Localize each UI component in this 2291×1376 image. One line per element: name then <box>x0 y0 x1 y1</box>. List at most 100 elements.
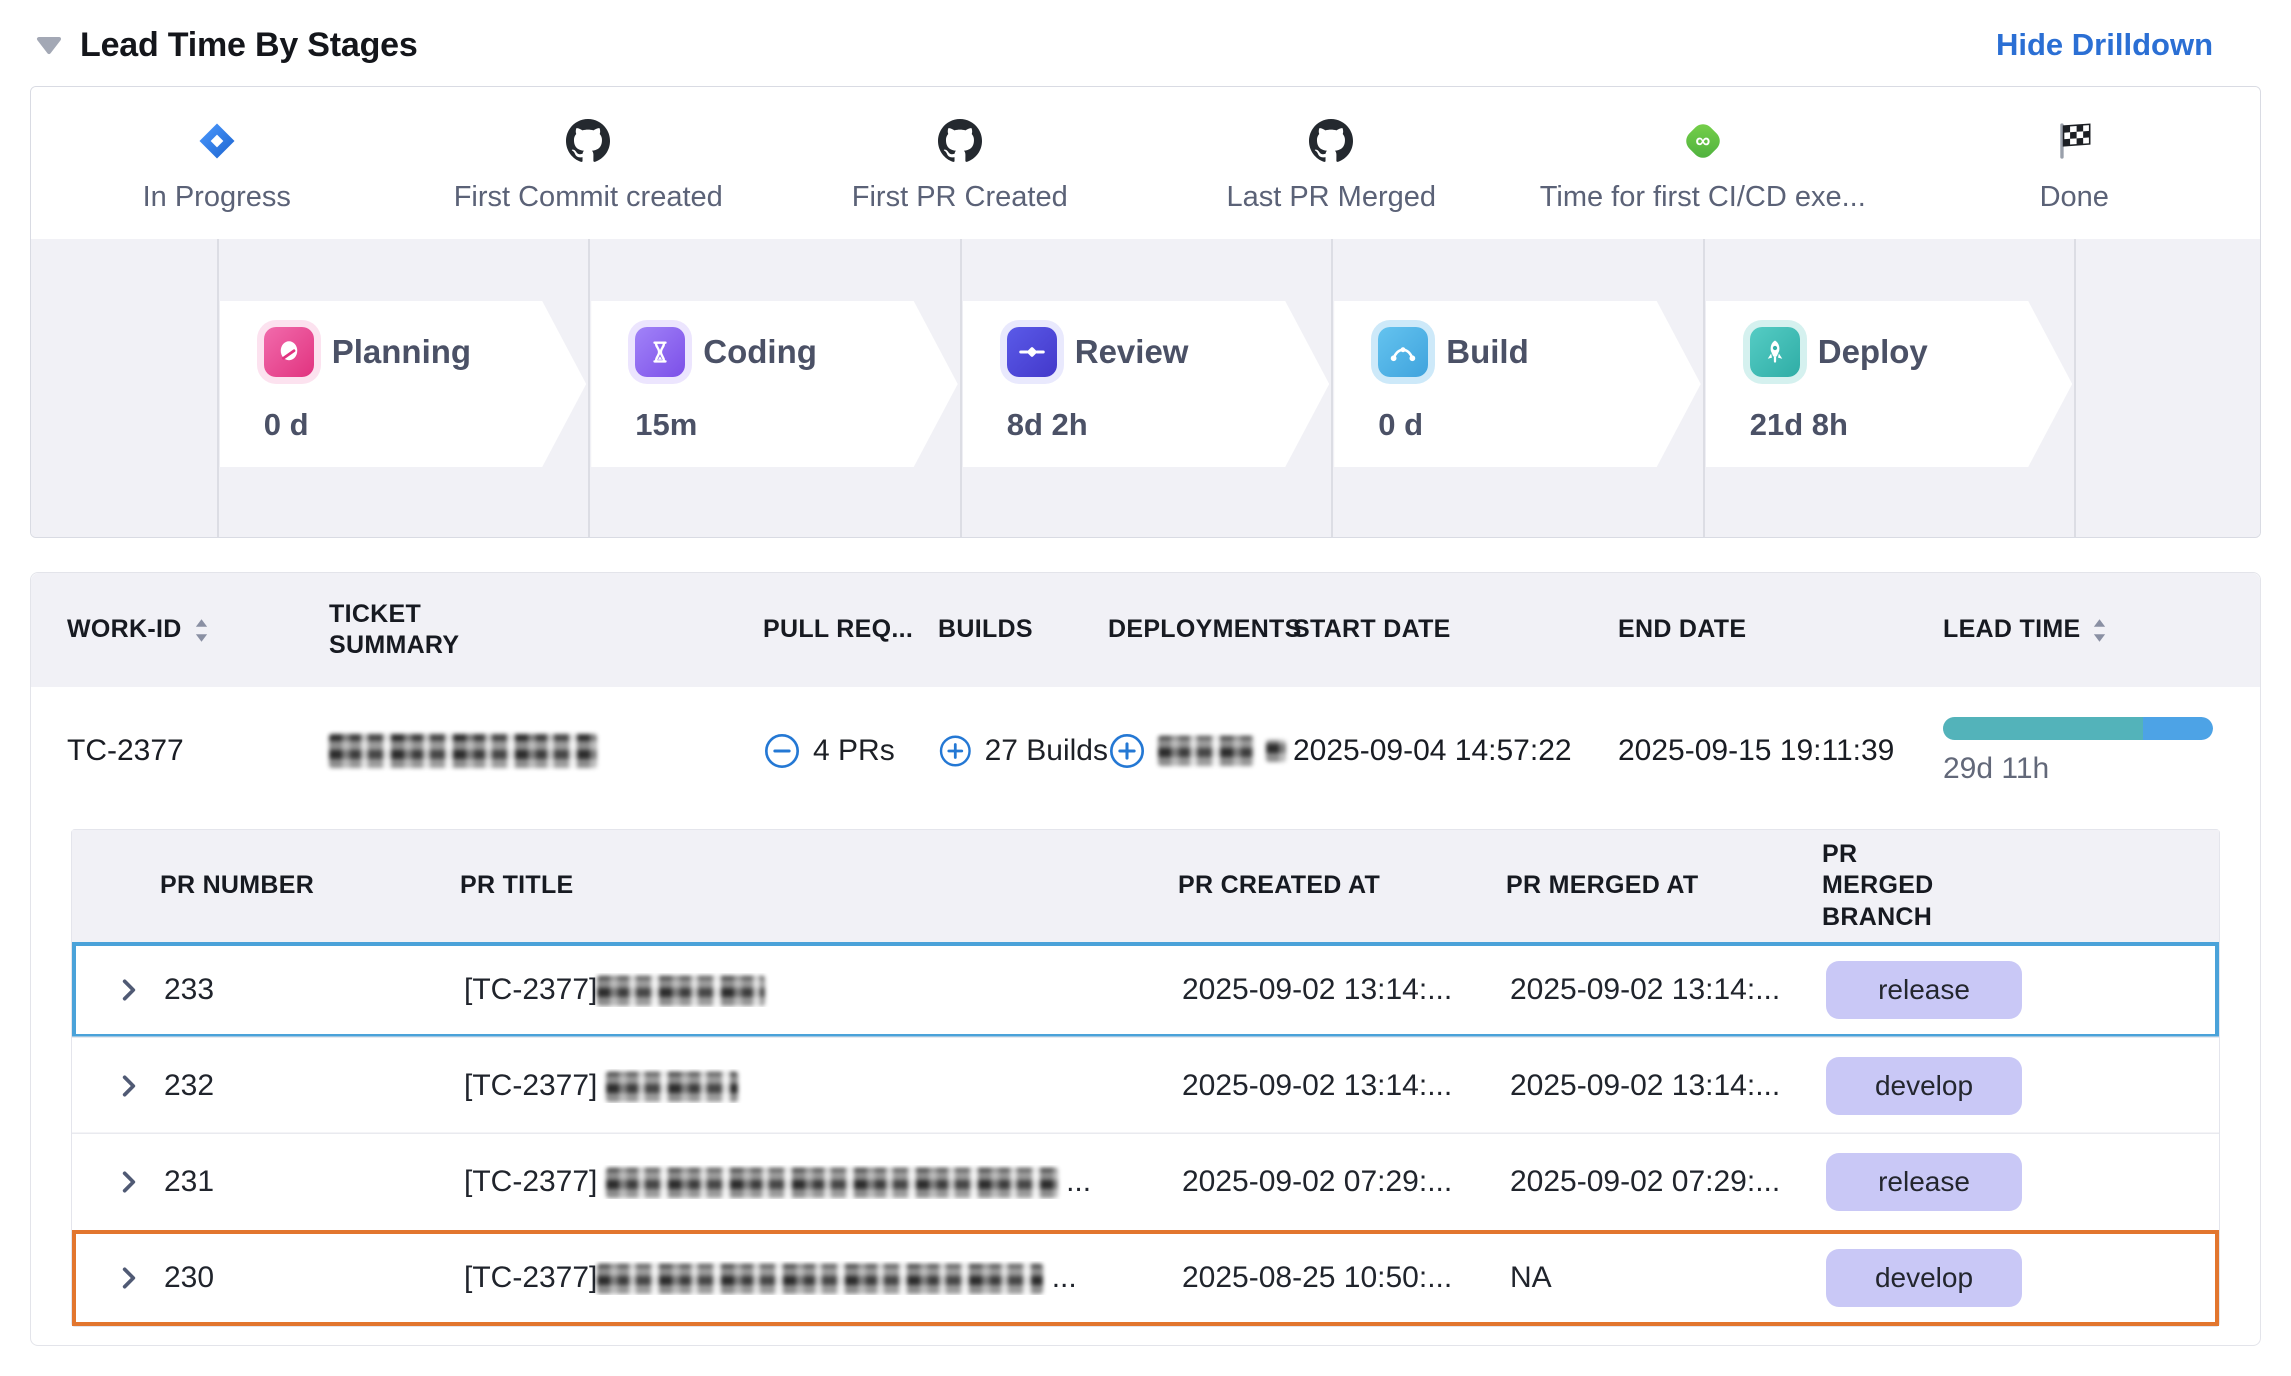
work-items-table: WORK-ID TICKET SUMMARY PULL REQ... BUILD… <box>30 572 2261 1346</box>
builds-cell[interactable]: 27 Builds <box>938 732 1108 770</box>
github-icon <box>566 113 610 169</box>
pr-title: [TC-2377] ... <box>464 1261 1182 1295</box>
col-pr-created-at: PR CREATED AT <box>1178 870 1506 901</box>
redacted-text <box>329 734 597 768</box>
stage-name: Planning <box>332 333 471 371</box>
finish-flag-icon <box>2057 113 2091 169</box>
stage-divider <box>217 239 219 537</box>
pr-title: [TC-2377] ... <box>464 1165 1182 1199</box>
pr-created-at: 2025-09-02 13:14:... <box>1182 973 1510 1007</box>
col-work-id: WORK-ID <box>67 614 329 645</box>
stage-name: Deploy <box>1818 333 1928 371</box>
redacted-text <box>606 1072 738 1102</box>
collapse-caret-icon[interactable] <box>36 36 62 55</box>
milestone-label: Time for first CI/CD exe... <box>1540 181 1866 214</box>
milestone-last-pr-merged: Last PR Merged <box>1146 87 1518 239</box>
lead-time-stages-panel: In Progress First Commit created First P… <box>30 86 2261 538</box>
page-title: Lead Time By Stages <box>80 26 418 65</box>
expand-chevron-icon[interactable] <box>116 1073 164 1099</box>
milestone-first-pr: First PR Created <box>774 87 1146 239</box>
stage-duration: 15m <box>635 407 957 443</box>
lead-time-value: 29d 11h <box>1943 752 2220 786</box>
milestone-label: First Commit created <box>454 181 723 214</box>
pr-title: [TC-2377] <box>464 1069 1182 1103</box>
pr-number: 232 <box>164 1069 464 1103</box>
branch-badge: release <box>1826 1153 2022 1211</box>
hide-drilldown-link[interactable]: Hide Drilldown <box>1996 27 2261 63</box>
sort-lead-time-button[interactable] <box>2092 618 2107 643</box>
work-id-value: TC-2377 <box>67 734 329 768</box>
work-table-header: WORK-ID TICKET SUMMARY PULL REQ... BUILD… <box>31 573 2260 687</box>
col-pr-merged-branch: PR MERGED BRANCH <box>1822 839 1972 933</box>
bezier-curve-icon <box>1378 327 1428 377</box>
branch-badge: develop <box>1826 1249 2022 1307</box>
work-item-row[interactable]: TC-2377 4 PRs 27 Builds <box>31 687 2260 815</box>
github-icon <box>938 113 982 169</box>
stage-name: Build <box>1446 333 1528 371</box>
col-pr-title: PR TITLE <box>460 870 1178 901</box>
milestone-in-progress: In Progress <box>31 87 403 239</box>
milestone-first-cicd: ∞ Time for first CI/CD exe... <box>1517 87 1889 239</box>
branch-badge: release <box>1826 961 2022 1019</box>
pr-row-230[interactable]: 230 [TC-2377] ... 2025-08-25 10:50:... N… <box>72 1230 2219 1326</box>
stage-divider <box>960 239 962 537</box>
pr-merged-branch: develop <box>1826 1249 2215 1307</box>
pr-merged-branch: develop <box>1826 1057 2215 1115</box>
pr-row-232[interactable]: 232 [TC-2377] 2025-09-02 13:14:... 2025-… <box>72 1038 2219 1134</box>
stage-name: Review <box>1075 333 1189 371</box>
redacted-text <box>606 1168 1058 1198</box>
svg-text:∞: ∞ <box>1695 130 1710 153</box>
pr-merged-branch: release <box>1826 1153 2215 1211</box>
stage-card-build: Build 0 d <box>1334 301 1700 467</box>
pr-merged-at: 2025-09-02 13:14:... <box>1510 973 1826 1007</box>
sort-work-id-button[interactable] <box>194 618 209 643</box>
pr-row-233[interactable]: 233 [TC-2377] 2025-09-02 13:14:... 2025-… <box>72 942 2219 1038</box>
col-pull-requests: PULL REQ... <box>763 614 938 645</box>
stage-duration: 21d 8h <box>1750 407 2072 443</box>
lead-time-drilldown-page: Lead Time By Stages Hide Drilldown In Pr… <box>0 0 2291 1376</box>
branch-badge: develop <box>1826 1057 2022 1115</box>
collapse-minus-icon[interactable] <box>763 732 801 770</box>
lead-time-bar <box>1943 717 2213 740</box>
milestone-row: In Progress First Commit created First P… <box>31 87 2260 239</box>
pull-requests-table: PR NUMBER PR TITLE PR CREATED AT PR MERG… <box>71 829 2220 1327</box>
expand-plus-icon[interactable] <box>938 732 973 770</box>
redacted-text <box>597 1264 1043 1294</box>
end-date-value: 2025-09-15 19:11:39 <box>1618 734 1943 768</box>
git-commit-icon <box>1007 327 1057 377</box>
col-ticket-summary: TICKET SUMMARY <box>329 599 479 662</box>
pr-number: 233 <box>164 973 464 1007</box>
pr-row-231[interactable]: 231 [TC-2377] ... 2025-09-02 07:29:... 2… <box>72 1134 2219 1230</box>
hourglass-icon <box>635 327 685 377</box>
stage-divider <box>588 239 590 537</box>
expand-chevron-icon[interactable] <box>116 977 164 1003</box>
jira-icon <box>197 113 237 169</box>
expand-plus-icon[interactable] <box>1108 732 1146 770</box>
col-end-date: END DATE <box>1618 614 1943 645</box>
redacted-text <box>597 976 765 1006</box>
stage-card-planning: Planning 0 d <box>220 301 586 467</box>
stage-divider <box>1331 239 1333 537</box>
github-icon <box>1309 113 1353 169</box>
milestone-label: In Progress <box>143 181 291 214</box>
pr-created-at: 2025-09-02 07:29:... <box>1182 1165 1510 1199</box>
milestone-first-commit: First Commit created <box>403 87 775 239</box>
expand-chevron-icon[interactable] <box>116 1169 164 1195</box>
pr-number: 231 <box>164 1165 464 1199</box>
pr-merged-branch: release <box>1826 961 2215 1019</box>
start-date-value: 2025-09-04 14:57:22 <box>1293 734 1618 768</box>
stage-card-deploy: Deploy 21d 8h <box>1706 301 2072 467</box>
stage-duration: 8d 2h <box>1007 407 1329 443</box>
pr-title: [TC-2377] <box>464 973 1182 1007</box>
pull-requests-cell[interactable]: 4 PRs <box>763 732 938 770</box>
pr-created-at: 2025-08-25 10:50:... <box>1182 1261 1510 1295</box>
stage-divider <box>1703 239 1705 537</box>
ticket-summary-redacted <box>329 734 763 768</box>
col-builds: BUILDS <box>938 614 1108 645</box>
stage-duration: 0 d <box>264 407 586 443</box>
deployments-cell[interactable] <box>1108 732 1293 770</box>
stage-name: Coding <box>703 333 817 371</box>
col-pr-number: PR NUMBER <box>160 870 460 901</box>
expand-chevron-icon[interactable] <box>116 1265 164 1291</box>
pr-merged-at: 2025-09-02 13:14:... <box>1510 1069 1826 1103</box>
